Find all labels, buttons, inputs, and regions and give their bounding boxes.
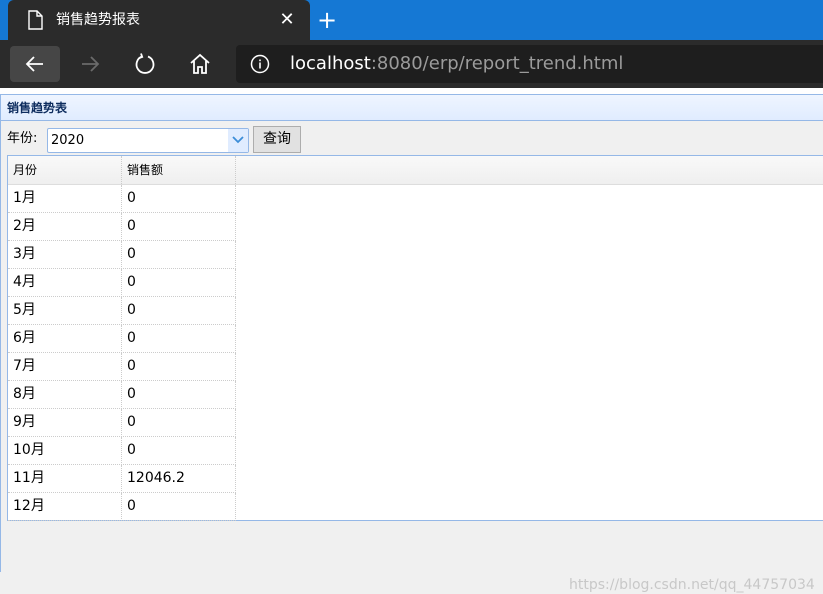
address-bar[interactable]: localhost:8080/erp/report_trend.html	[236, 45, 823, 83]
browser-tab-bar: 销售趋势报表 ✕ +	[0, 0, 823, 40]
year-value[interactable]: 2020	[51, 132, 84, 150]
amount-cell: 0	[122, 297, 236, 325]
month-cell: 1月	[8, 185, 122, 213]
amount-cell: 0	[122, 241, 236, 269]
month-cell: 9月	[8, 409, 122, 437]
month-cell: 6月	[8, 325, 122, 353]
info-icon[interactable]	[250, 54, 270, 74]
panel-header: 销售趋势表	[0, 94, 823, 121]
month-cell: 4月	[8, 269, 122, 297]
table-row[interactable]: 3月 0	[8, 241, 236, 269]
forward-button[interactable]	[65, 46, 115, 82]
column-header-month[interactable]: 月份	[8, 156, 122, 184]
chevron-down-icon	[232, 136, 244, 144]
table-row[interactable]: 12月 0	[8, 493, 236, 521]
forward-arrow-icon	[82, 56, 100, 72]
month-cell: 3月	[8, 241, 122, 269]
browser-tab[interactable]: 销售趋势报表 ✕	[8, 0, 310, 40]
tab-title: 销售趋势报表	[56, 12, 140, 28]
month-cell: 11月	[8, 465, 122, 493]
home-button[interactable]	[175, 46, 225, 82]
home-icon	[190, 53, 210, 74]
close-tab-icon[interactable]: ✕	[278, 11, 296, 29]
month-cell: 10月	[8, 437, 122, 465]
month-cell: 7月	[8, 353, 122, 381]
amount-cell: 0	[122, 325, 236, 353]
month-cell: 12月	[8, 493, 122, 521]
grid-header: 月份 销售额	[8, 156, 823, 185]
year-dropdown-button[interactable]	[228, 129, 248, 152]
year-combobox[interactable]: 2020	[47, 128, 249, 153]
page-icon	[28, 10, 43, 30]
table-row[interactable]: 5月 0	[8, 297, 236, 325]
table-row[interactable]: 9月 0	[8, 409, 236, 437]
watermark: https://blog.csdn.net/qq_44757034	[569, 577, 815, 593]
page-content: 销售趋势表 年份: 2020 查询 月份 销售额 1月 0 2月 0 3月 0 4月 0 5月 0…	[0, 88, 823, 593]
amount-cell: 0	[122, 493, 236, 521]
year-label: 年份:	[7, 131, 38, 146]
column-header-amount[interactable]: 销售额	[122, 156, 236, 184]
new-tab-icon[interactable]: +	[314, 8, 340, 32]
url-host: localhost	[290, 53, 371, 74]
amount-cell: 0	[122, 437, 236, 465]
month-cell: 2月	[8, 213, 122, 241]
grid-rows: 1月 0 2月 0 3月 0 4月 0 5月 0 6月 0 7月 0 8月 0 9月 0 10月 0 11月 12046.…	[8, 185, 236, 521]
sales-trend-grid: 月份 销售额 1月 0 2月 0 3月 0 4月 0 5月 0 6月 0 7月 0 8月 0 9月 0 10月 0 11…	[7, 155, 823, 521]
amount-cell: 0	[122, 381, 236, 409]
query-button[interactable]: 查询	[253, 126, 301, 153]
amount-cell: 12046.2	[122, 465, 236, 493]
reload-icon	[135, 53, 155, 74]
table-row[interactable]: 1月 0	[8, 185, 236, 213]
table-row[interactable]: 8月 0	[8, 381, 236, 409]
amount-cell: 0	[122, 353, 236, 381]
back-arrow-icon	[25, 56, 43, 72]
panel-body: 年份: 2020 查询 月份 销售额 1月 0 2月 0 3月 0 4月 0 5月 0 6月 0 7月 0…	[0, 121, 823, 593]
amount-cell: 0	[122, 213, 236, 241]
table-row[interactable]: 6月 0	[8, 325, 236, 353]
amount-cell: 0	[122, 409, 236, 437]
reload-button[interactable]	[120, 46, 170, 82]
url-path: :8080/erp/report_trend.html	[370, 53, 624, 74]
table-row[interactable]: 4月 0	[8, 269, 236, 297]
month-cell: 8月	[8, 381, 122, 409]
table-row[interactable]: 7月 0	[8, 353, 236, 381]
url-text: localhost:8080/erp/report_trend.html	[290, 52, 623, 76]
table-row[interactable]: 2月 0	[8, 213, 236, 241]
browser-toolbar: localhost:8080/erp/report_trend.html	[0, 40, 823, 88]
back-button[interactable]	[10, 46, 60, 82]
amount-cell: 0	[122, 185, 236, 213]
table-row[interactable]: 10月 0	[8, 437, 236, 465]
month-cell: 5月	[8, 297, 122, 325]
panel-title: 销售趋势表	[7, 101, 68, 115]
amount-cell: 0	[122, 269, 236, 297]
table-row[interactable]: 11月 12046.2	[8, 465, 236, 493]
